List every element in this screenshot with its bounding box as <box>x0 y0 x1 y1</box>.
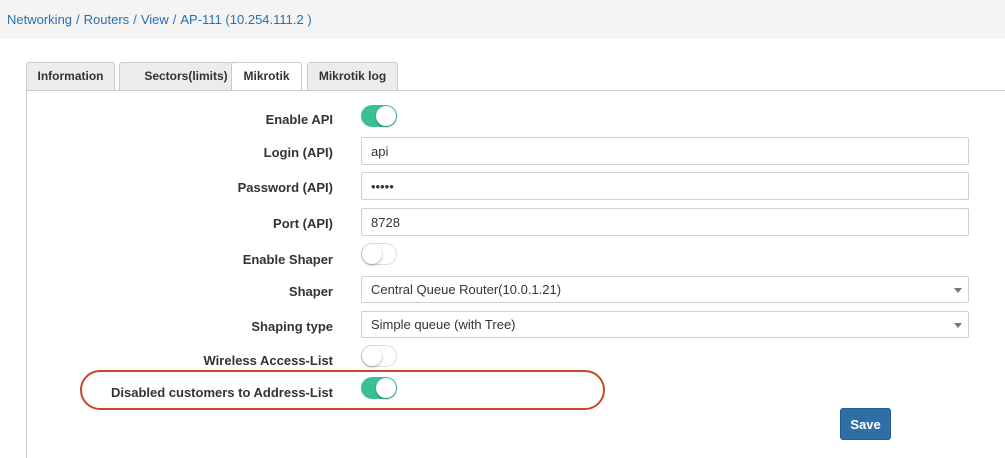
shaper-selected-value: Central Queue Router(10.0.1.21) <box>371 282 562 297</box>
password-api-input[interactable] <box>361 172 969 200</box>
tab-information[interactable]: Information <box>26 62 115 91</box>
enable-api-label: Enable API <box>265 112 333 127</box>
login-api-input[interactable] <box>361 137 969 165</box>
shaping-type-label: Shaping type <box>251 319 333 334</box>
toggle-knob <box>376 378 396 398</box>
chevron-down-icon <box>954 288 962 293</box>
breadcrumb-router[interactable]: AP-111 (10.254.111.2 ) <box>180 12 311 27</box>
shaper-select[interactable]: Central Queue Router(10.0.1.21) <box>361 276 969 303</box>
save-button[interactable]: Save <box>840 408 891 440</box>
login-api-label: Login (API) <box>263 145 333 160</box>
breadcrumb-routers[interactable]: Routers <box>84 12 130 27</box>
breadcrumb-separator: / <box>172 12 177 27</box>
shaper-label: Shaper <box>288 284 333 299</box>
breadcrumb-bar: Networking / Routers / View / AP-111 (10.254.1… <box>0 0 1005 38</box>
disabled-customers-label: Disabled customers to Address-List <box>110 385 333 400</box>
password-api-label: Password (API) <box>237 180 333 195</box>
chevron-down-icon <box>954 323 962 328</box>
enable-api-toggle[interactable] <box>361 105 397 127</box>
toggle-knob <box>362 244 382 264</box>
shaping-type-select[interactable]: Simple queue (with Tree) <box>361 311 969 338</box>
wireless-access-list-label: Wireless Access-List <box>203 353 333 368</box>
tab-mikrotik-log[interactable]: Mikrotik log <box>307 62 398 91</box>
breadcrumb-separator: / <box>133 12 137 27</box>
breadcrumb-networking[interactable]: Networking <box>7 12 72 27</box>
tab-mikrotik[interactable]: Mikrotik <box>231 62 302 92</box>
breadcrumb: Networking / Routers / View / AP-111 (10.254.1… <box>7 12 312 27</box>
wireless-access-list-toggle[interactable] <box>361 345 397 367</box>
disabled-customers-toggle[interactable] <box>361 377 397 399</box>
toggle-knob <box>376 106 396 126</box>
port-api-label: Port (API) <box>273 216 333 231</box>
enable-shaper-toggle[interactable] <box>361 243 397 265</box>
breadcrumb-view[interactable]: View <box>141 12 169 27</box>
toggle-knob <box>362 346 382 366</box>
port-api-input[interactable] <box>361 208 969 236</box>
breadcrumb-separator: / <box>76 12 80 27</box>
shaping-type-selected-value: Simple queue (with Tree) <box>371 317 516 332</box>
enable-shaper-label: Enable Shaper <box>242 252 333 267</box>
